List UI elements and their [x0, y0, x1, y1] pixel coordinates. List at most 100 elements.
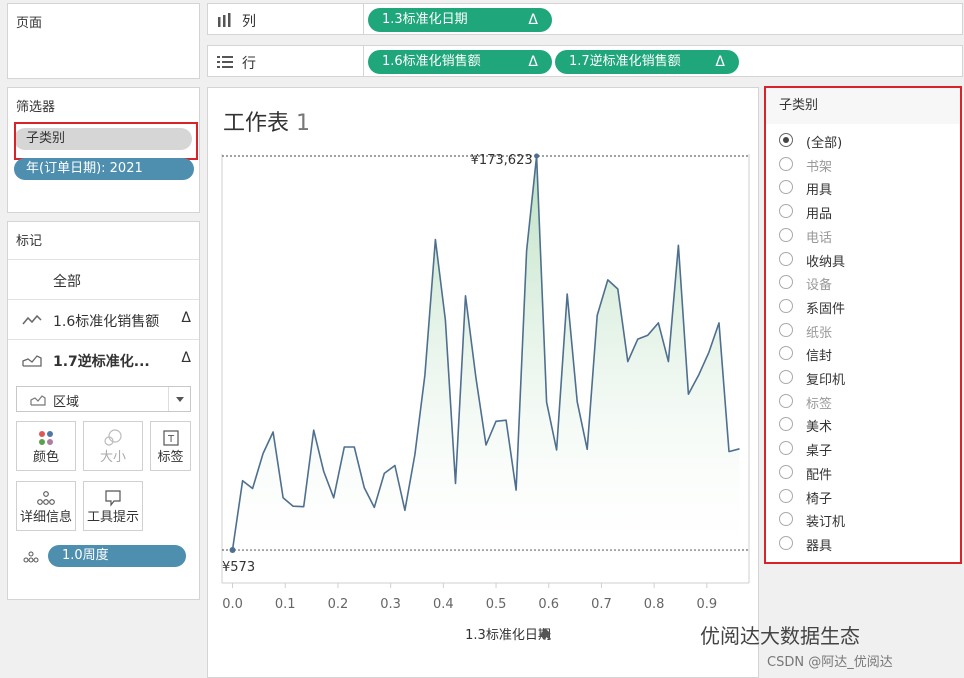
- size-icon: [104, 429, 122, 446]
- filter-option[interactable]: 信封: [779, 343, 949, 365]
- mark-type-dropdown[interactable]: 区域: [16, 386, 191, 412]
- delta-icon: Δ: [181, 350, 191, 366]
- filter-option[interactable]: 装订机: [779, 509, 949, 531]
- delta-icon: Δ: [715, 54, 725, 70]
- row-pill-inverse-sales[interactable]: 1.7逆标准化销售额 Δ: [555, 50, 739, 74]
- filter-option-label: 椅子: [806, 491, 833, 507]
- tooltip-button-label: 工具提示: [86, 510, 139, 525]
- x-tick-label: 0.7: [591, 597, 612, 612]
- detail-button[interactable]: 详细信息: [16, 481, 76, 531]
- radio-button[interactable]: [779, 512, 793, 527]
- filter-option[interactable]: 书架: [779, 154, 949, 175]
- radio-button[interactable]: [779, 227, 793, 242]
- filter-option[interactable]: 椅子: [779, 486, 949, 507]
- size-button-label: 大小: [99, 450, 126, 465]
- filter-option-label: 书架: [806, 159, 833, 175]
- filter-option[interactable]: 器具: [779, 533, 949, 554]
- filter-option[interactable]: 用品: [779, 201, 949, 222]
- radio-button[interactable]: [779, 204, 793, 219]
- svg-text:T: T: [166, 434, 174, 445]
- marks-all-label: 全部: [53, 274, 81, 290]
- x-tick-label: 0.5: [486, 597, 507, 612]
- filter-option[interactable]: 设备: [779, 272, 949, 293]
- filter-option-label: 信封: [806, 349, 833, 365]
- radio-button[interactable]: [779, 298, 793, 313]
- filter-pill-order-year[interactable]: 年(订单日期): 2021: [14, 158, 194, 180]
- radio-button[interactable]: [779, 180, 793, 195]
- x-tick-label: 0.1: [275, 597, 296, 612]
- filter-option[interactable]: 标签: [779, 391, 949, 412]
- filters-title: 筛选器: [16, 100, 56, 115]
- radio-button[interactable]: [779, 370, 793, 384]
- filter-option-label: 器具: [806, 538, 833, 554]
- filter-option[interactable]: (全部): [779, 130, 949, 151]
- radio-button[interactable]: [779, 133, 793, 147]
- min-value-label: ¥573: [222, 560, 255, 575]
- filter-option-label: 收纳具: [806, 254, 846, 270]
- filter-option[interactable]: 电话: [779, 225, 949, 246]
- worksheet-title-text: 工作表: [223, 111, 290, 136]
- filter-option[interactable]: 美术: [779, 414, 949, 436]
- marks-card-sales[interactable]: 1.6标准化销售额 Δ: [8, 299, 199, 339]
- delta-icon: Δ: [528, 12, 538, 28]
- radio-button[interactable]: [779, 346, 793, 361]
- delta-icon: Δ: [181, 310, 191, 326]
- radio-button[interactable]: [779, 417, 793, 432]
- detail-pill-week[interactable]: 1.0周度: [48, 545, 186, 567]
- filter-option-label: 标签: [806, 396, 833, 412]
- radio-button[interactable]: [779, 464, 793, 479]
- filter-option[interactable]: 系固件: [779, 296, 949, 317]
- text-label-icon: T: [162, 430, 179, 446]
- tableau-workspace: 页面 筛选器 子类别 年(订单日期): 2021 标记 全部 1.6标准化销售额…: [0, 0, 964, 678]
- filter-option-label: 美术: [806, 420, 833, 436]
- radio-button[interactable]: [779, 322, 793, 337]
- area-mark-icon: [30, 395, 46, 406]
- color-palette-icon: [39, 431, 53, 445]
- line-mark-icon: [22, 314, 42, 325]
- tooltip-button[interactable]: 工具提示: [83, 481, 143, 531]
- marks-inverse-sales-label: 1.7逆标准化...: [53, 354, 150, 370]
- pill-label: 1.7逆标准化销售额: [569, 54, 681, 69]
- x-axis-title: 1.3标准化日期: [465, 628, 551, 643]
- filter-option-label: 系固件: [806, 301, 846, 317]
- filters-panel: 筛选器 子类别 年(订单日期): 2021: [7, 87, 200, 213]
- area-mark-icon: [22, 355, 42, 367]
- pages-title: 页面: [16, 16, 43, 31]
- marks-card-all[interactable]: 全部: [8, 259, 199, 299]
- filter-option[interactable]: 复印机: [779, 367, 949, 388]
- pill-label: 1.3标准化日期: [382, 12, 468, 27]
- filter-option[interactable]: 收纳具: [779, 249, 949, 270]
- radio-button[interactable]: [779, 535, 793, 550]
- subcategory-filter-card: 子类别 (全部) 书架用具用品电话收纳具设备系固件纸张信封复印机标签美术桌子配件椅…: [764, 86, 962, 564]
- radio-button[interactable]: [779, 156, 793, 171]
- x-tick-label: 0.9: [696, 597, 717, 612]
- marks-panel: 标记 全部 1.6标准化销售额 Δ 1.7逆标准化... Δ 区域 颜色 大小 …: [7, 221, 200, 600]
- columns-label: 列: [242, 14, 256, 30]
- detail-dots-icon: [23, 551, 39, 563]
- area-fill: [232, 156, 740, 550]
- filter-option[interactable]: 配件: [779, 462, 949, 483]
- mark-type-label: 区域: [53, 395, 80, 410]
- color-button[interactable]: 颜色: [16, 421, 76, 471]
- radio-button[interactable]: [779, 393, 793, 408]
- chevron-down-icon[interactable]: [168, 387, 190, 411]
- radio-button[interactable]: [779, 275, 793, 290]
- label-button[interactable]: T 标签: [150, 421, 191, 471]
- filter-option[interactable]: 纸张: [779, 320, 949, 341]
- radio-button[interactable]: [779, 251, 793, 266]
- radio-button[interactable]: [779, 488, 793, 503]
- watermark-csdn-text: CSDN @阿达_优阅达: [767, 655, 893, 670]
- filter-option-label: 电话: [806, 230, 833, 246]
- filter-option[interactable]: 桌子: [779, 438, 949, 459]
- color-button-label: 颜色: [32, 450, 59, 465]
- shelf-divider: [363, 46, 364, 76]
- filter-option[interactable]: 用具: [779, 177, 949, 198]
- marks-card-inverse-sales[interactable]: 1.7逆标准化... Δ: [8, 339, 199, 379]
- label-button-label: 标签: [157, 450, 184, 465]
- row-pill-normalized-sales[interactable]: 1.6标准化销售额 Δ: [368, 50, 552, 74]
- size-button[interactable]: 大小: [83, 421, 143, 471]
- column-pill-normalized-date[interactable]: 1.3标准化日期 Δ: [368, 8, 552, 32]
- filter-card-title: 子类别: [766, 88, 960, 124]
- radio-button[interactable]: [779, 441, 793, 456]
- filter-option-label: 装订机: [806, 515, 846, 531]
